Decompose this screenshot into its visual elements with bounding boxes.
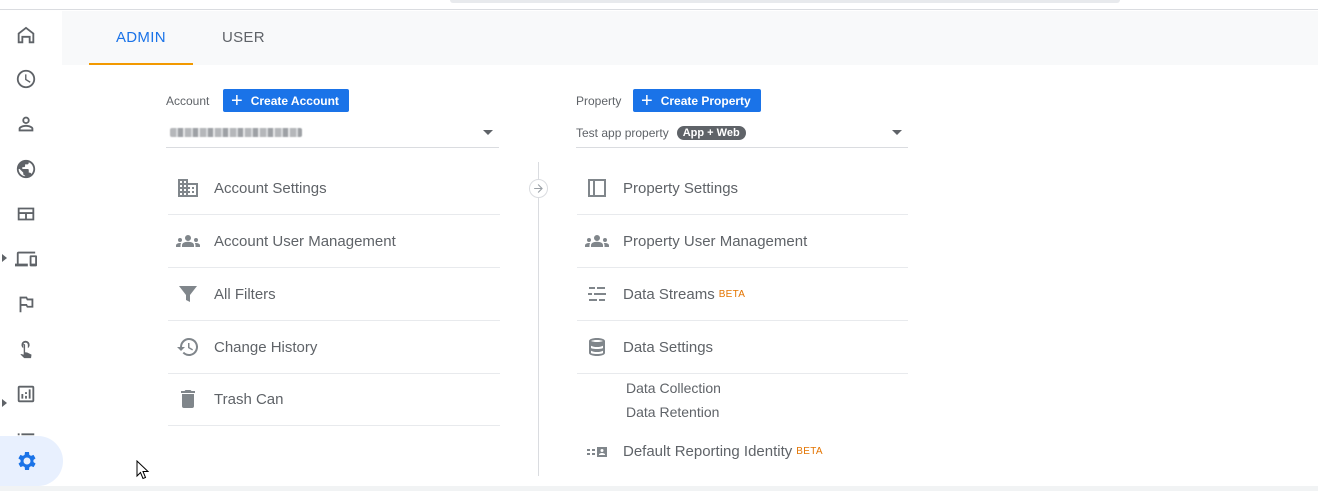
property-settings-item[interactable]: Property Settings [577, 162, 908, 215]
home-icon[interactable] [14, 23, 38, 47]
create-account-label: Create Account [250, 93, 339, 108]
devices-icon[interactable] [14, 247, 38, 271]
all-filters-item[interactable]: All Filters [168, 268, 500, 321]
property-user-management-item[interactable]: Property User Management [577, 215, 908, 268]
people-icon [176, 229, 200, 253]
trash-icon [176, 387, 200, 411]
account-selector[interactable] [166, 118, 499, 148]
dropdown-arrow-icon [483, 130, 493, 135]
touch-icon[interactable] [14, 337, 38, 361]
create-property-button[interactable]: + Create Property [633, 89, 761, 112]
dashboard-icon[interactable] [14, 202, 38, 226]
data-streams-item[interactable]: Data Streams BETA [577, 268, 908, 321]
flag-icon[interactable] [14, 292, 38, 316]
people-icon [585, 229, 609, 253]
clock-icon[interactable] [14, 67, 38, 91]
globe-icon[interactable] [14, 157, 38, 181]
data-retention-link[interactable]: Data Retention [626, 404, 719, 420]
plus-icon: + [231, 89, 243, 112]
account-settings-label: Account Settings [214, 179, 327, 197]
plus-icon: + [641, 89, 653, 112]
data-settings-item[interactable]: Data Settings [577, 321, 908, 374]
bottom-edge [0, 486, 1318, 491]
trash-can-item[interactable]: Trash Can [168, 373, 500, 426]
search-bar-edge[interactable] [450, 0, 1120, 3]
data-collection-link[interactable]: Data Collection [626, 380, 721, 396]
tab-user[interactable]: USER [195, 11, 292, 65]
change-history-item[interactable]: Change History [168, 321, 500, 374]
expand-arrow-icon[interactable] [2, 254, 7, 262]
building-icon [176, 176, 200, 200]
default-reporting-identity-label: Default Reporting Identity [623, 443, 793, 460]
dropdown-arrow-icon [892, 130, 902, 135]
account-label: Account [166, 94, 210, 108]
admin-nav-item[interactable] [0, 436, 63, 486]
layout-icon [585, 176, 609, 200]
trash-can-label: Trash Can [214, 390, 284, 408]
beta-badge: BETA [796, 446, 823, 457]
default-reporting-identity-item[interactable]: Default Reporting Identity BETA [577, 425, 908, 478]
data-streams-icon [585, 282, 609, 306]
database-icon [585, 335, 609, 359]
beta-badge: BETA [718, 288, 746, 300]
identity-icon [585, 440, 609, 464]
account-user-management-item[interactable]: Account User Management [168, 215, 500, 268]
history-icon [176, 335, 200, 359]
property-selected-name: Test app property [576, 125, 669, 140]
expand-arrow-icon[interactable] [2, 399, 7, 407]
account-settings-item[interactable]: Account Settings [168, 162, 500, 215]
admin-user-tabbar: ADMIN USER [62, 11, 1318, 65]
person-icon[interactable] [14, 112, 38, 136]
filter-icon [176, 282, 200, 306]
arrow-circle-icon [529, 179, 548, 198]
tab-admin[interactable]: ADMIN [89, 11, 193, 65]
create-account-button[interactable]: + Create Account [223, 89, 349, 112]
mouse-cursor-icon [136, 460, 150, 480]
column-divider [538, 162, 539, 476]
property-user-management-label: Property User Management [623, 232, 808, 250]
data-streams-label: Data Streams [623, 285, 715, 303]
data-settings-label: Data Settings [623, 338, 714, 356]
account-user-management-label: Account User Management [214, 232, 396, 250]
create-property-label: Create Property [660, 93, 751, 108]
analytics-icon[interactable] [14, 382, 38, 406]
account-name-redacted [170, 128, 302, 137]
left-nav [0, 11, 63, 491]
change-history-label: Change History [214, 338, 318, 356]
app-web-badge: App + Web [676, 125, 746, 140]
property-label: Property [576, 94, 622, 108]
property-selector[interactable]: Test app property App + Web [576, 118, 908, 148]
settings-icon [18, 452, 36, 470]
property-settings-label: Property Settings [623, 179, 739, 197]
all-filters-label: All Filters [214, 285, 276, 303]
